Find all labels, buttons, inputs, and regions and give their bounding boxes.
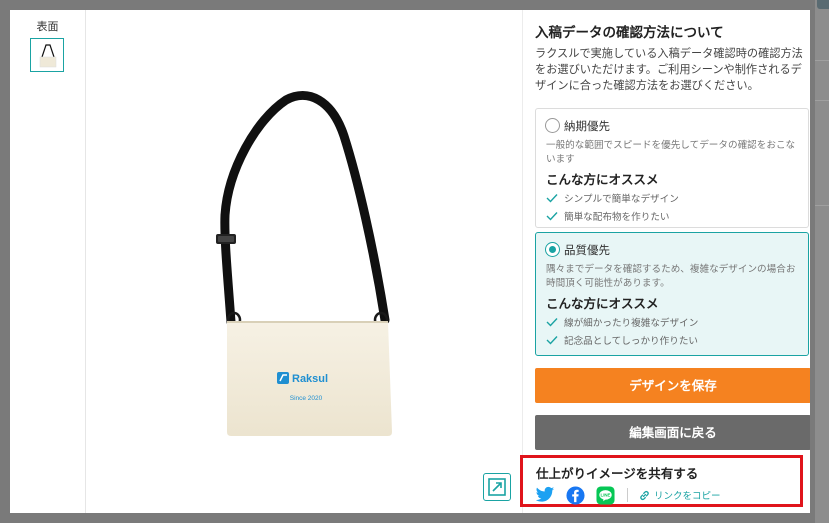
product-preview: Raksul Since 2020 xyxy=(86,10,522,513)
twitter-share-button[interactable] xyxy=(535,485,555,505)
preview-modal: 表面 Raksul Since 2020 入稿データの確認方法について ラクスル… xyxy=(10,10,810,513)
check-method-panel: 入稿データの確認方法について ラクスルで実施している入稿データ確認時の確認方法を… xyxy=(522,10,810,513)
bag-tagline-text: Since 2020 xyxy=(290,395,323,402)
option-title: 品質優先 xyxy=(564,243,610,257)
copy-link-label: リンクをコピー xyxy=(654,491,721,502)
check-icon xyxy=(546,194,558,203)
link-icon xyxy=(640,490,649,500)
option-quality-priority[interactable]: 品質優先 隅々までデータを確認するため、複雑なデザインの場合お時間頂く可能性があ… xyxy=(535,232,809,356)
back-to-editor-button[interactable]: 編集画面に戻る xyxy=(535,415,810,450)
thumbnail-front[interactable] xyxy=(30,38,64,72)
share-title: 仕上がりイメージを共有する xyxy=(536,466,699,481)
check-icon xyxy=(546,318,558,327)
radio-quality-priority[interactable] xyxy=(545,242,560,257)
radio-delivery-priority[interactable] xyxy=(545,118,560,133)
line-share-button[interactable]: LINE xyxy=(595,485,615,505)
backdrop-edge xyxy=(815,0,829,523)
facebook-share-button[interactable] xyxy=(565,485,585,505)
thumbnail-label: 表面 xyxy=(36,20,59,33)
divider xyxy=(627,488,628,502)
expand-preview-button[interactable] xyxy=(483,473,511,501)
option-title: 納期優先 xyxy=(564,119,610,133)
sacoche-bag-image: Raksul Since 2020 xyxy=(216,91,392,436)
recommend-item-label: シンプルで簡単なデザイン xyxy=(564,194,679,205)
share-section: 仕上がりイメージを共有する LINE リンクをコピー xyxy=(520,455,803,507)
option-description: 一般的な範囲でスピードを優先してデータの確認をおこないます xyxy=(546,140,796,165)
expand-icon xyxy=(488,478,506,496)
recommend-heading: こんな方にオススメ xyxy=(546,172,659,187)
check-icon xyxy=(546,212,558,221)
recommend-item: シンプルで簡単なデザイン xyxy=(546,191,679,205)
recommend-item: 線が細かったり複雑なデザイン xyxy=(546,315,698,329)
recommend-item: 簡単な配布物を作りたい xyxy=(546,209,670,223)
twitter-icon xyxy=(535,486,555,502)
bag-brand-text: Raksul xyxy=(292,373,328,385)
save-design-button[interactable]: デザインを保存 xyxy=(535,368,810,403)
check-icon xyxy=(546,336,558,345)
option-description: 隅々までデータを確認するため、複雑なデザインの場合お時間頂く可能性があります。 xyxy=(546,264,796,289)
line-icon: LINE xyxy=(595,485,615,505)
option-delivery-priority[interactable]: 納期優先 一般的な範囲でスピードを優先してデータの確認をおこないます こんな方に… xyxy=(535,108,809,228)
recommend-heading: こんな方にオススメ xyxy=(546,296,659,311)
copy-link-button[interactable]: リンクをコピー xyxy=(638,488,721,502)
share-buttons: LINE リンクをコピー xyxy=(535,485,721,505)
recommend-item: 記念品としてしっかり作りたい xyxy=(546,333,698,347)
facebook-icon xyxy=(565,485,585,505)
thumbnail-column: 表面 xyxy=(10,10,86,513)
recommend-item-label: 簡単な配布物を作りたい xyxy=(564,212,670,223)
svg-text:LINE: LINE xyxy=(600,492,610,497)
panel-title: 入稿データの確認方法について xyxy=(535,25,724,41)
recommend-item-label: 記念品としてしっかり作りたい xyxy=(564,336,699,347)
recommend-item-label: 線が細かったり複雑なデザイン xyxy=(564,318,699,329)
panel-description: ラクスルで実施している入稿データ確認時の確認方法をお選びいただけます。ご利用シー… xyxy=(535,47,803,92)
